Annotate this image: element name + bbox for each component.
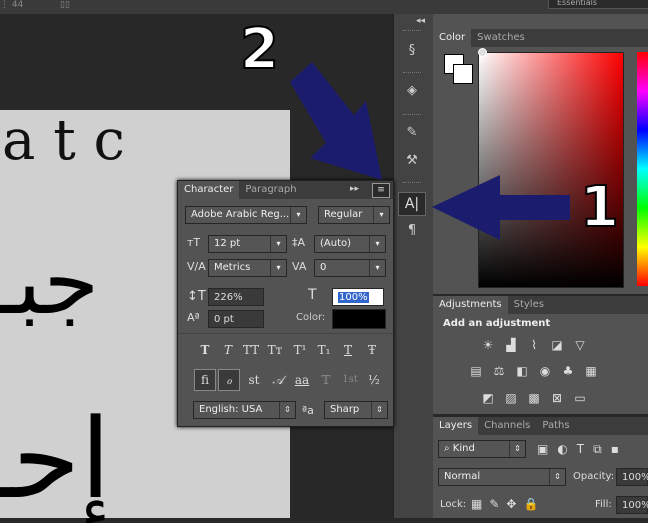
annotation-label-1: 1 xyxy=(579,175,620,240)
annotation-label-2: 2 xyxy=(239,17,280,82)
arrow-2-icon xyxy=(290,62,382,180)
annotation-overlay xyxy=(290,62,570,240)
arrow-1-icon xyxy=(432,175,570,240)
